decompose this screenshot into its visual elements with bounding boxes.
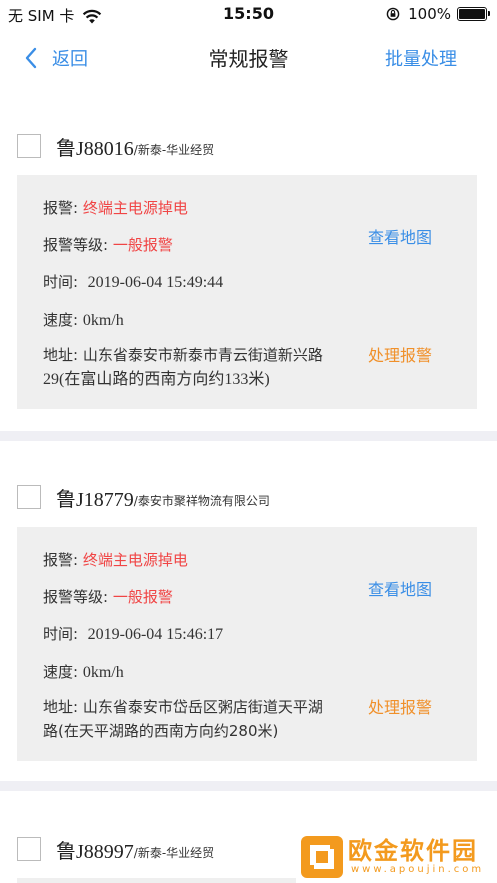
company-name: /新泰-华业经贸 (133, 845, 215, 860)
address-line2: 路(在天平湖路的西南方向约280米) (43, 722, 279, 740)
alarm-detail-card: 报警: 终端主电源掉电 报警等级: 一般报警 时间: 2019-06-04 15… (17, 527, 477, 761)
navigation-bar: 返回 常规报警 批量处理 (0, 28, 497, 86)
select-checkbox[interactable] (17, 837, 41, 861)
alarm-label: 报警: (43, 551, 79, 569)
alarm-item: 鲁J88016 /新泰-华业经贸 报警: 终端主电源掉电 报警等级: 一般报警 … (0, 131, 497, 431)
alarm-level-row: 报警等级: 一般报警 (43, 586, 173, 607)
alarm-item: 鲁J18779 /泰安市聚祥物流有限公司 报警: 终端主电源掉电 报警等级: 一… (0, 482, 497, 782)
watermark: 欧金软件园 www.apoujin.com (296, 830, 497, 883)
status-bar: 无 SIM 卡 15:50 100% (0, 0, 497, 28)
watermark-text: 欧金软件园 www.apoujin.com (348, 838, 484, 876)
plate-number: 鲁J18779 (56, 488, 134, 511)
company-name: /新泰-华业经贸 (133, 142, 215, 157)
speed-row: 速度: 0km/h (43, 309, 124, 330)
company-name: /泰安市聚祥物流有限公司 (133, 493, 270, 508)
battery-icon (457, 7, 490, 21)
alarm-type-row: 报警: 终端主电源掉电 (43, 197, 188, 218)
plate-number: 鲁J88016 (56, 137, 134, 160)
alarm-level-row: 报警等级: 一般报警 (43, 234, 173, 255)
address-row: 地址: 山东省泰安市岱岳区粥店街道天平湖 路(在天平湖路的西南方向约280米) (43, 695, 363, 743)
watermark-name-en: www.apoujin.com (351, 863, 485, 875)
level-label: 报警等级: (43, 588, 109, 606)
level-value: 一般报警 (112, 588, 173, 606)
speed-label: 速度: (43, 663, 79, 681)
alarm-header: 鲁J88016 /新泰-华业经贸 (17, 131, 214, 161)
watermark-logo-icon (301, 835, 343, 878)
time-value: 2019-06-04 15:46:17 (87, 626, 224, 643)
watermark-name-cn: 欧金软件园 (348, 836, 478, 865)
time-value: 2019-06-04 15:49:44 (87, 274, 224, 291)
speed-row: 速度: 0km/h (43, 661, 124, 682)
alarm-type-value: 终端主电源掉电 (82, 551, 188, 569)
address-line1: 山东省泰安市岱岳区粥店街道天平湖 (82, 698, 323, 716)
select-checkbox[interactable] (17, 485, 41, 509)
address-row: 地址: 山东省泰安市新泰市青云街道新兴路 29(在富山路的西南方向约133米) (43, 343, 363, 392)
alarm-type-value: 终端主电源掉电 (82, 199, 188, 217)
time-label: 时间: (43, 273, 79, 291)
section-divider (0, 781, 497, 791)
level-label: 报警等级: (43, 236, 109, 254)
alarm-header: 鲁J18779 /泰安市聚祥物流有限公司 (17, 482, 270, 512)
plate-number: 鲁J88997 (56, 840, 134, 863)
address-line1: 山东省泰安市新泰市青云街道新兴路 (82, 346, 323, 364)
view-map-button[interactable]: 查看地图 (368, 576, 432, 600)
alarm-detail-card: 报警: 终端主电源掉电 报警等级: 一般报警 时间: 2019-06-04 15… (17, 175, 477, 409)
address-line2: 29(在富山路的西南方向约133米) (43, 371, 270, 388)
address-label: 地址: (43, 346, 79, 364)
speed-label: 速度: (43, 311, 79, 329)
time-row: 时间: 2019-06-04 15:46:17 (43, 623, 223, 644)
time-label: 时间: (43, 625, 79, 643)
time-row: 时间: 2019-06-04 15:49:44 (43, 271, 223, 292)
battery-group: 100% (386, 5, 490, 23)
view-map-button[interactable]: 查看地图 (368, 224, 432, 248)
handle-alarm-button[interactable]: 处理报警 (368, 342, 432, 366)
select-checkbox[interactable] (17, 134, 41, 158)
alarm-header: 鲁J88997 /新泰-华业经贸 (17, 834, 214, 864)
address-label: 地址: (43, 698, 79, 716)
alarm-label: 报警: (43, 199, 79, 217)
section-divider (0, 431, 497, 441)
orientation-lock-icon (386, 7, 400, 21)
level-value: 一般报警 (112, 236, 173, 254)
batch-process-button[interactable]: 批量处理 (385, 45, 457, 71)
alarm-type-row: 报警: 终端主电源掉电 (43, 549, 188, 570)
speed-value: 0km/h (82, 312, 124, 329)
handle-alarm-button[interactable]: 处理报警 (368, 694, 432, 718)
battery-percent: 100% (408, 5, 451, 23)
speed-value: 0km/h (82, 664, 124, 681)
